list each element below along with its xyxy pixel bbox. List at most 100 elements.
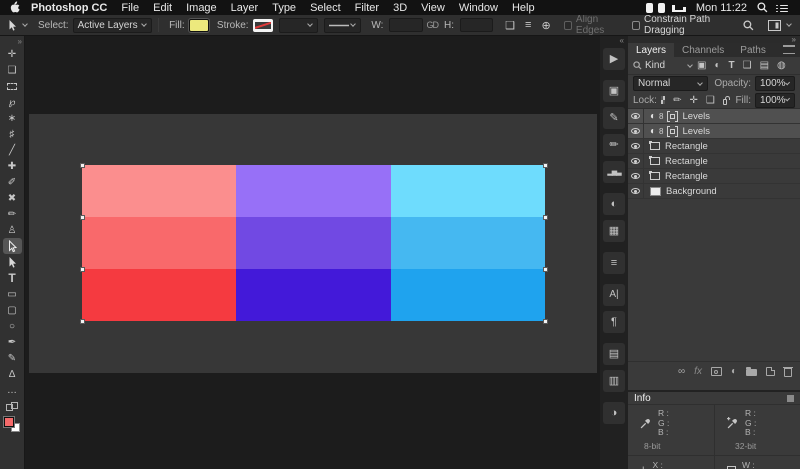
menu-item-type[interactable]: Type [272,2,296,14]
actions-panel-icon[interactable]: ▶ [603,48,625,70]
artwork-cell[interactable] [391,165,545,217]
panel-menu-icon[interactable] [783,45,795,54]
layer-row[interactable]: ◐ 8 Levels [628,109,800,124]
stroke-color-swatch[interactable] [253,19,273,32]
artwork-cell[interactable] [236,269,391,321]
layer-style-icon[interactable]: fx [694,366,702,377]
panel-menu-icon[interactable] [787,395,794,402]
menubar-clock[interactable]: Mon 11:22 [696,2,747,14]
layer-row[interactable]: Rectangle [628,169,800,184]
layer-name[interactable]: Rectangle [665,156,708,167]
spotlight-search-icon[interactable] [757,2,768,13]
color-sampler-tool-icon[interactable]: ✐ [3,174,22,190]
menu-item-window[interactable]: Window [459,2,498,14]
shape-layer-thumbnail[interactable] [650,172,660,180]
layer-name[interactable]: Background [666,186,717,197]
fill-opacity-dropdown[interactable]: 100% [755,93,795,108]
direct-selection-tool-icon[interactable] [3,238,22,254]
color-panel-icon[interactable]: ◐ [603,193,625,215]
brush-settings-panel-icon[interactable]: ✎ [603,107,625,129]
swatches-panel-icon[interactable]: ▦ [603,220,625,242]
filter-type-layers-icon[interactable]: T [729,60,735,71]
character-panel-icon[interactable]: A| [603,284,625,306]
artwork-cell[interactable] [82,165,236,217]
background-layer-thumbnail[interactable] [650,187,661,196]
eyedropper-tool-icon[interactable]: ╱ [3,142,22,158]
history-panel-icon[interactable]: ▣ [603,80,625,102]
visibility-toggle[interactable] [628,139,644,153]
layer-row[interactable]: Rectangle [628,154,800,169]
rounded-rectangle-tool-icon[interactable]: ▢ [3,302,22,318]
paragraph-panel-icon[interactable]: ¶ [603,311,625,333]
selection-handle[interactable] [543,163,548,168]
visibility-toggle[interactable] [628,154,644,168]
path-operations-icon[interactable]: ❑ [505,19,515,32]
ellipse-tool-icon[interactable]: ○ [3,318,22,334]
adjustments-panel-icon[interactable]: ≡ [603,252,625,274]
artwork-cell[interactable] [236,217,391,269]
move-tool-icon[interactable]: ✛ [3,46,22,62]
path-alignment-icon[interactable]: ≡ [525,19,531,31]
selection-handle[interactable] [80,319,85,324]
filter-kind-dropdown[interactable]: Kind [645,58,693,73]
character-styles-panel-icon[interactable]: ▤ [603,343,625,365]
layer-name[interactable]: Rectangle [665,141,708,152]
selection-handle[interactable] [80,267,85,272]
filter-smart-objects-icon[interactable]: ▤ [760,60,769,71]
visibility-toggle[interactable] [628,184,644,198]
height-field[interactable] [460,18,493,32]
stroke-type-dropdown[interactable] [324,18,361,33]
new-adjustment-layer-icon[interactable]: ◐ [731,366,737,377]
lock-position-icon[interactable]: ✛ [689,95,697,106]
lock-artboard-icon[interactable]: ❑ [706,95,715,106]
lock-transparency-icon[interactable] [661,96,665,104]
search-icon[interactable] [743,20,754,31]
new-layer-icon[interactable] [766,367,775,376]
layer-name[interactable]: Levels [683,126,710,137]
add-mask-icon[interactable] [711,367,722,376]
notification-center-icon[interactable] [776,3,788,12]
add-anchor-tool-icon[interactable]: ✎ [3,350,22,366]
menu-item-3d[interactable]: 3D [393,2,407,14]
status-indicator-icon[interactable] [658,3,665,13]
layer-row[interactable]: Rectangle [628,139,800,154]
menu-item-layer[interactable]: Layer [231,2,259,14]
new-group-icon[interactable] [746,369,757,376]
adjustment-layer-icon[interactable]: ◐ [650,111,656,122]
fill-color-swatch[interactable] [189,19,209,32]
tab-info[interactable]: Info [634,393,651,404]
filter-pixel-layers-icon[interactable]: ▣ [697,60,706,71]
link-layers-icon[interactable]: ∞ [678,366,685,377]
visibility-toggle[interactable] [628,109,644,123]
link-dimensions-icon[interactable]: GD [427,20,439,30]
lock-all-icon[interactable] [723,99,728,105]
stroke-width-dropdown[interactable] [279,18,318,33]
menu-item-view[interactable]: View [421,2,445,14]
properties-panel-icon[interactable]: ◑ [603,402,625,424]
visibility-toggle[interactable] [628,124,644,138]
visibility-toggle[interactable] [628,169,644,183]
toolbar-collapse-icon[interactable]: » [2,36,22,46]
selection-handle[interactable] [543,215,548,220]
path-arrangement-icon[interactable]: ⊕ [541,19,550,32]
path-selection-tool-icon[interactable] [3,254,22,270]
paragraph-styles-panel-icon[interactable]: ▥ [603,370,625,392]
quick-selection-tool-icon[interactable]: ∗ [3,110,22,126]
apple-menu[interactable] [10,1,21,14]
menu-item-select[interactable]: Select [310,2,341,14]
tool-presets-panel-icon[interactable]: ✏ [603,134,625,156]
layer-row[interactable]: Background [628,184,800,199]
constrain-path-checkbox[interactable] [632,21,640,30]
current-tool-button[interactable] [8,19,28,32]
rectangle-tool-icon[interactable]: ▭ [3,286,22,302]
selection-handle[interactable] [80,163,85,168]
more-tools-icon[interactable]: … [3,382,22,398]
selection-handle[interactable] [543,319,548,324]
pen-tool-icon[interactable]: ✒ [3,334,22,350]
adjustment-layer-icon[interactable]: ◐ [650,126,656,137]
layer-name[interactable]: Levels [683,111,710,122]
dock-collapse-icon[interactable]: « [620,36,624,45]
crop-tool-icon[interactable]: ♯ [3,126,22,142]
clone-stamp-tool-icon[interactable]: ♙ [3,222,22,238]
swap-colors-icon[interactable] [3,398,22,414]
